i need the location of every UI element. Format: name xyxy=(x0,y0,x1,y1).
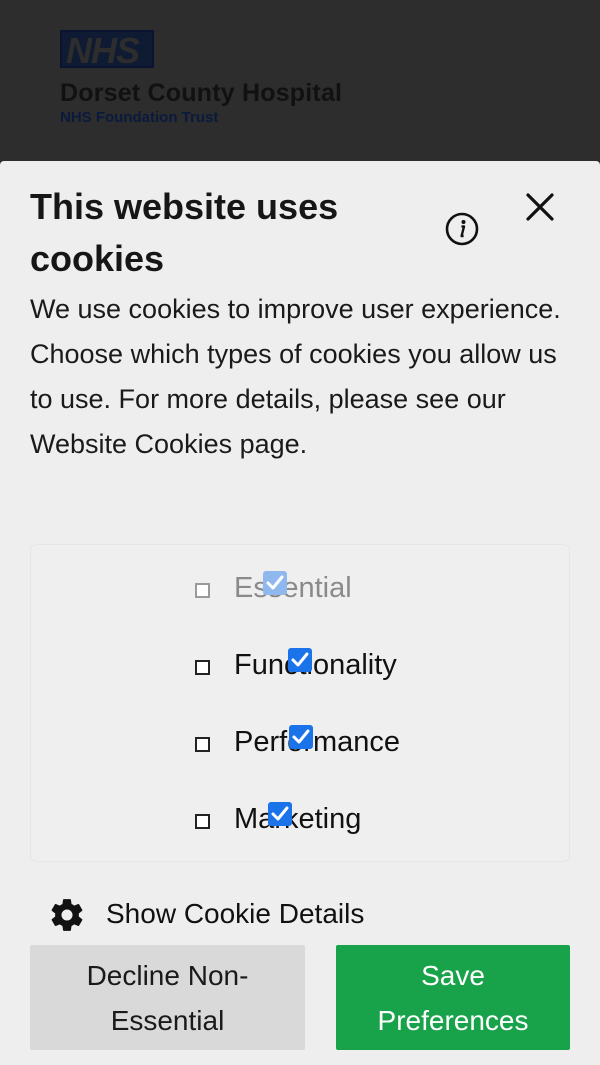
cookie-panel-title: This website uses cookies xyxy=(30,186,339,279)
cookie-option-label: Performance xyxy=(234,726,401,758)
gear-icon xyxy=(48,896,86,934)
info-icon[interactable] xyxy=(445,212,479,246)
decline-button-label: Decline Non-Essential xyxy=(86,959,249,1036)
option-checkbox-outline xyxy=(195,814,210,829)
cookie-option-performance[interactable]: Performance xyxy=(195,724,495,764)
org-name: Dorset County Hospital xyxy=(60,79,343,107)
site-header: NHS Dorset County Hospital NHS Foundatio… xyxy=(0,0,600,165)
cookie-option-label: Functionality xyxy=(234,649,397,681)
show-cookie-details-button[interactable]: Show Cookie Details xyxy=(48,896,408,936)
nhs-logo: NHS xyxy=(60,30,154,71)
cookie-option-label: Essential xyxy=(234,572,352,604)
cookie-options-box: Essential Functionality Performance Mark… xyxy=(30,544,570,862)
cookie-option-marketing[interactable]: Marketing xyxy=(195,801,495,841)
essential-checkbox xyxy=(263,571,287,595)
hospital-logo[interactable]: NHS Dorset County Hospital NHS Foundatio… xyxy=(60,30,342,126)
save-button-label: Save Preferences xyxy=(377,959,529,1036)
functionality-checkbox[interactable] xyxy=(288,648,312,672)
nhs-logo-text: NHS xyxy=(66,30,140,71)
option-checkbox-outline xyxy=(195,583,210,598)
cookie-option-label: Marketing xyxy=(234,803,362,835)
cookie-intro-text: We use cookies to improve user experienc… xyxy=(30,294,561,459)
org-subtitle: NHS Foundation Trust xyxy=(60,109,219,126)
show-cookie-details-label: Show Cookie Details xyxy=(106,898,365,929)
option-checkbox-outline xyxy=(195,737,210,752)
cookie-consent-panel: This website uses cookies We use cookies… xyxy=(0,161,600,1065)
save-preferences-button[interactable]: Save Preferences xyxy=(336,945,570,1050)
option-checkbox-outline xyxy=(195,660,210,675)
cookie-option-essential: Essential xyxy=(195,570,495,610)
decline-non-essential-button[interactable]: Decline Non-Essential xyxy=(30,945,305,1050)
performance-checkbox[interactable] xyxy=(289,725,313,749)
close-icon[interactable] xyxy=(522,189,558,225)
marketing-checkbox[interactable] xyxy=(268,802,292,826)
cookie-option-functionality[interactable]: Functionality xyxy=(195,647,495,687)
